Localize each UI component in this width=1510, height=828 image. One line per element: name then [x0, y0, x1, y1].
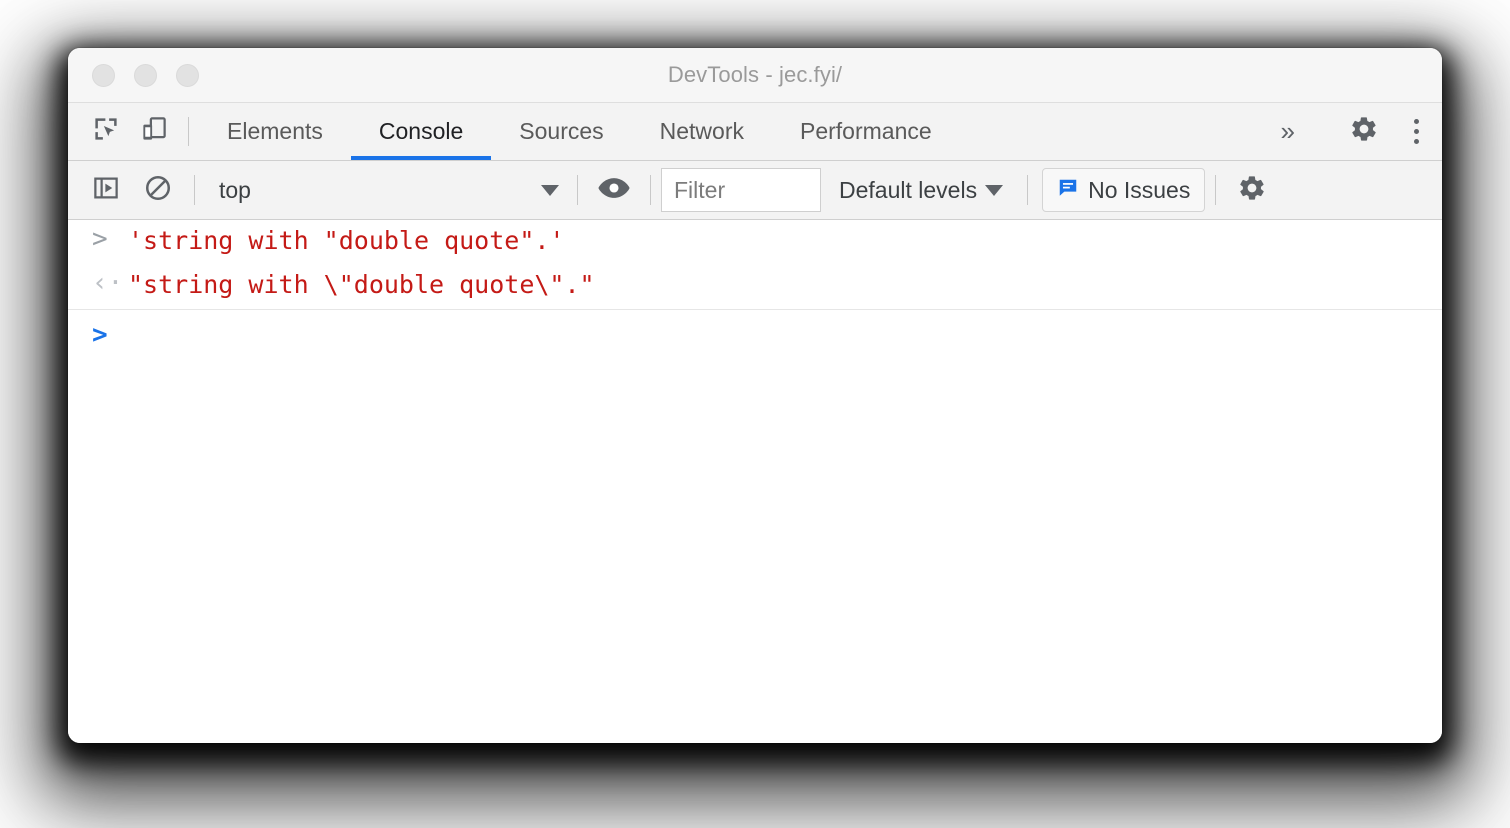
tabbar-divider-1: [188, 117, 189, 146]
tab-network[interactable]: Network: [632, 103, 772, 160]
console-sidebar-icon: [91, 173, 121, 208]
console-prompt-row[interactable]: >: [68, 310, 1442, 358]
devtools-window: DevTools - jec.fyi/ Elements Console Sou…: [68, 48, 1442, 743]
console-filter-input[interactable]: Filter: [661, 168, 821, 212]
console-filter-placeholder: Filter: [674, 176, 726, 203]
execution-context-select[interactable]: top: [205, 171, 567, 209]
more-vertical-icon: [1413, 119, 1419, 144]
devtools-settings-button[interactable]: [1338, 103, 1390, 160]
tab-sources-label: Sources: [519, 118, 604, 144]
inspect-element-icon: [91, 114, 121, 149]
close-button[interactable]: [92, 63, 115, 87]
console-message-list[interactable]: > 'string with "double quote".' ‹· "stri…: [68, 220, 1442, 743]
tab-performance-label: Performance: [800, 118, 932, 144]
gear-icon: [1349, 114, 1379, 149]
tabbar-right-controls: »: [1259, 103, 1442, 160]
clear-console-button[interactable]: [132, 161, 184, 219]
devtools-tabbar: Elements Console Sources Network Perform…: [68, 103, 1442, 161]
inspect-element-button[interactable]: [82, 103, 130, 160]
console-sidebar-toggle-button[interactable]: [80, 161, 132, 219]
live-expression-button[interactable]: [588, 161, 640, 219]
panel-tabs: Elements Console Sources Network Perform…: [199, 103, 960, 160]
maximize-button[interactable]: [176, 63, 199, 87]
console-result-row[interactable]: ‹· "string with \"double quote\".": [68, 264, 1442, 311]
execution-context-value: top: [219, 176, 251, 203]
more-tabs-button[interactable]: »: [1259, 116, 1317, 147]
screenshot-stage: DevTools - jec.fyi/ Elements Console Sou…: [0, 0, 1510, 828]
tab-elements-label: Elements: [227, 118, 323, 144]
tab-sources[interactable]: Sources: [491, 103, 631, 160]
gear-icon: [1237, 173, 1267, 208]
console-toolbar-divider-2: [577, 175, 578, 205]
console-input-text: 'string with "double quote".': [128, 226, 565, 255]
devtools-more-menu-button[interactable]: [1390, 103, 1442, 160]
tab-performance[interactable]: Performance: [772, 103, 960, 160]
tab-console-label: Console: [378, 118, 464, 144]
chevron-down-icon: [541, 184, 559, 196]
console-result-text: "string with \"double quote\".": [128, 270, 595, 299]
console-input-row[interactable]: > 'string with "double quote".': [68, 220, 1442, 264]
window-title: DevTools - jec.fyi/: [667, 62, 843, 87]
console-toolbar: top Filter Default levels No Issues: [68, 161, 1442, 220]
result-chevron-icon: ‹·: [92, 268, 124, 298]
issues-message-icon: [1057, 177, 1079, 204]
minimize-button[interactable]: [134, 63, 157, 87]
prompt-chevron-icon: >: [92, 320, 108, 351]
input-chevron-icon: >: [92, 224, 108, 254]
tab-network-label: Network: [659, 118, 744, 144]
traffic-lights: [92, 63, 199, 87]
console-toolbar-divider-5: [1215, 175, 1217, 205]
chevron-down-icon: [985, 184, 1004, 196]
device-toolbar-icon: [139, 114, 169, 149]
console-toolbar-divider-3: [650, 175, 651, 205]
clear-console-icon: [143, 173, 173, 208]
console-toolbar-divider-4: [1027, 175, 1029, 205]
device-toolbar-button[interactable]: [130, 103, 178, 160]
window-titlebar: DevTools - jec.fyi/: [68, 48, 1442, 103]
log-levels-label: Default levels: [839, 176, 978, 203]
log-levels-select[interactable]: Default levels: [821, 177, 1017, 204]
tab-console[interactable]: Console: [350, 103, 492, 160]
live-expression-eye-icon: [597, 173, 631, 208]
double-chevron-right-icon: »: [1280, 116, 1295, 146]
issues-badge-label: No Issues: [1088, 176, 1191, 203]
issues-badge[interactable]: No Issues: [1042, 168, 1206, 212]
console-result-gutter: ‹·: [92, 267, 128, 298]
console-toolbar-divider-1: [194, 175, 195, 205]
console-prompt-gutter: >: [92, 320, 128, 348]
console-settings-button[interactable]: [1226, 161, 1278, 219]
tab-elements[interactable]: Elements: [199, 103, 351, 160]
console-input-gutter: >: [92, 223, 128, 254]
